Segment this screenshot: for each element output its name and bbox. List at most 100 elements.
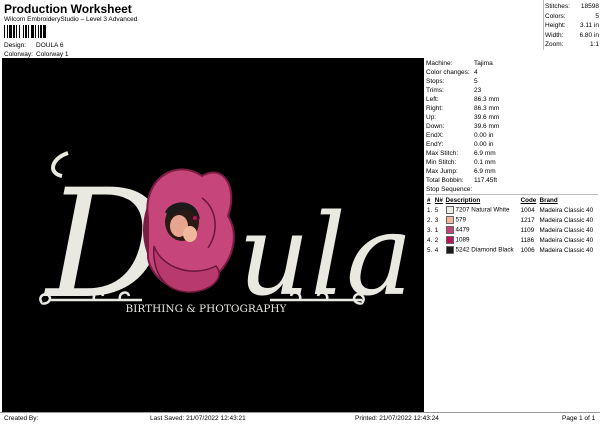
design-label: Design: [4, 42, 27, 49]
machine-label: Total Bobbin: [426, 177, 464, 184]
row-description: 579 [445, 215, 520, 225]
machine-row: EndX: 0.00 in [426, 131, 598, 140]
machine-row: EndY: 0.00 in [426, 140, 598, 149]
color-swatch [445, 236, 454, 244]
machine-value: 39.6 mm [474, 114, 500, 121]
stop-sequence-table: # N# Description Code Brand 1. 5 7207 Natural … [426, 196, 598, 255]
design-preview: D ula BIRTHING & PHOTOGRAPHY [2, 58, 424, 412]
software-subtitle: Wilcom EmbroideryStudio – Level 3 Advanc… [4, 16, 138, 23]
created-by: Created By: [4, 415, 39, 422]
row-description: 4479 [445, 225, 520, 235]
machine-value: 0.00 in [474, 132, 494, 139]
machine-row: Up: 39.6 mm [426, 113, 598, 122]
stat-row: Zoom: 1:1 [545, 40, 599, 50]
machine-row: Max Jump: 6.9 mm [426, 167, 598, 176]
color-swatch [445, 216, 454, 224]
tagline: BIRTHING & PHOTOGRAPHY [126, 303, 288, 315]
row-brand: Madeira Classic 40 [539, 226, 594, 234]
machine-label: Max Jump: [426, 168, 458, 175]
column-header: Code [520, 197, 537, 204]
row-description: 7207 Natural White [445, 205, 520, 215]
thread-description: Diamond Black [471, 246, 514, 254]
stat-value: 6.80 in [579, 31, 599, 39]
machine-label: Right: [426, 105, 443, 112]
machine-label: Trims: [426, 87, 444, 94]
column-header: N# [434, 197, 443, 204]
machine-row: Color changes: 4 [426, 68, 598, 77]
thread-description: Natural White [471, 206, 510, 214]
machine-label: EndX: [426, 132, 444, 139]
color-swatch [445, 206, 454, 214]
row-n: 2 [434, 236, 439, 244]
thread-number: 5242 [455, 246, 470, 254]
machine-row: Machine: Tajima [426, 59, 598, 68]
colorway-value: Colorway 1 [36, 51, 69, 58]
machine-value: 39.6 mm [474, 123, 500, 130]
machine-value: 23 [474, 87, 482, 94]
machine-value: 4 [474, 69, 478, 76]
stat-label: Stitches: [545, 3, 570, 10]
stat-value: 18598 [580, 3, 599, 10]
machine-label: Stops: [426, 78, 445, 85]
stat-row: Width: 6.80 in [545, 31, 599, 41]
thread-number: 579 [455, 216, 467, 224]
footer: Created By: Last Saved: 21/07/2022 12:43… [0, 412, 600, 425]
machine-value: 0.00 in [474, 141, 494, 148]
machine-value: 86.3 mm [474, 105, 500, 112]
machine-value: 5 [474, 78, 478, 85]
machine-value: 117.45ft [474, 177, 498, 184]
design-artwork: D ula BIRTHING & PHOTOGRAPHY [2, 58, 424, 412]
design-value: DOULA 6 [36, 42, 64, 49]
stats-block: Stitches: 18598 Colors: 5 Height: 3.11 in Widt… [545, 2, 599, 50]
machine-row: Right: 86.3 mm [426, 104, 598, 113]
table-row: 5. 4 5242 Diamond Black 1006 Madeira Classic… [426, 245, 598, 255]
row-index: 2. [427, 216, 433, 224]
machine-row: Down: 39.6 mm [426, 122, 598, 131]
stop-sequence-title: Stop Sequence: [426, 186, 598, 195]
machine-row: Max Stitch: 6.9 mm [426, 149, 598, 158]
machine-info-panel: Machine: Tajima Color changes: 4 Stops: 5 Trim… [426, 59, 598, 255]
stat-label: Zoom: [545, 41, 564, 48]
stat-label: Colors: [545, 12, 566, 20]
thread-number: 7207 [455, 206, 470, 214]
row-index: 4. [427, 236, 433, 244]
machine-value: Tajima [474, 60, 493, 67]
machine-label: Machine: [426, 60, 453, 67]
row-index: 5. [427, 246, 433, 254]
machine-value: 86.3 mm [474, 96, 500, 103]
page-title: Production Worksheet [4, 2, 132, 16]
row-description: 1089 [445, 235, 520, 245]
row-index: 1. [427, 206, 433, 214]
machine-value: 0.1 mm [474, 159, 496, 166]
row-code: 1006 [520, 246, 535, 254]
color-swatch [445, 226, 454, 234]
row-description: 5242 Diamond Black [445, 245, 520, 255]
color-swatch [445, 246, 454, 254]
row-brand: Madeira Classic 40 [539, 206, 594, 214]
table-row: 4. 2 1089 1186 Madeira Classic 40 [426, 235, 598, 245]
printed-date: Printed: 21/07/2022 12:43:24 [355, 415, 439, 422]
stat-row: Colors: 5 [545, 12, 599, 22]
divider [543, 0, 544, 50]
table-row: 1. 5 7207 Natural White 1004 Madeira Classic… [426, 205, 598, 215]
stat-value: 5 [595, 12, 599, 20]
column-header: Description [445, 197, 481, 204]
word-ula: ula [238, 191, 413, 321]
row-n: 5 [434, 206, 439, 214]
machine-label: Color changes: [426, 69, 470, 76]
row-brand: Madeira Classic 40 [539, 216, 594, 224]
column-header: # [427, 197, 431, 204]
machine-label: Max Stitch: [426, 150, 459, 157]
thread-number: 1089 [455, 236, 470, 244]
row-code: 1004 [520, 206, 535, 214]
thread-number: 4479 [455, 226, 470, 234]
last-saved: Last Saved: 21/07/2022 12:43:21 [150, 415, 246, 422]
table-row: 2. 3 579 1217 Madeira Classic 40 [426, 215, 598, 225]
row-n: 1 [434, 226, 439, 234]
barcode [4, 25, 46, 38]
machine-label: EndY: [426, 141, 444, 148]
stat-row: Height: 3.11 in [545, 21, 599, 31]
row-index: 3. [427, 226, 433, 234]
row-n: 3 [434, 216, 439, 224]
table-row: 3. 1 4479 1109 Madeira Classic 40 [426, 225, 598, 235]
